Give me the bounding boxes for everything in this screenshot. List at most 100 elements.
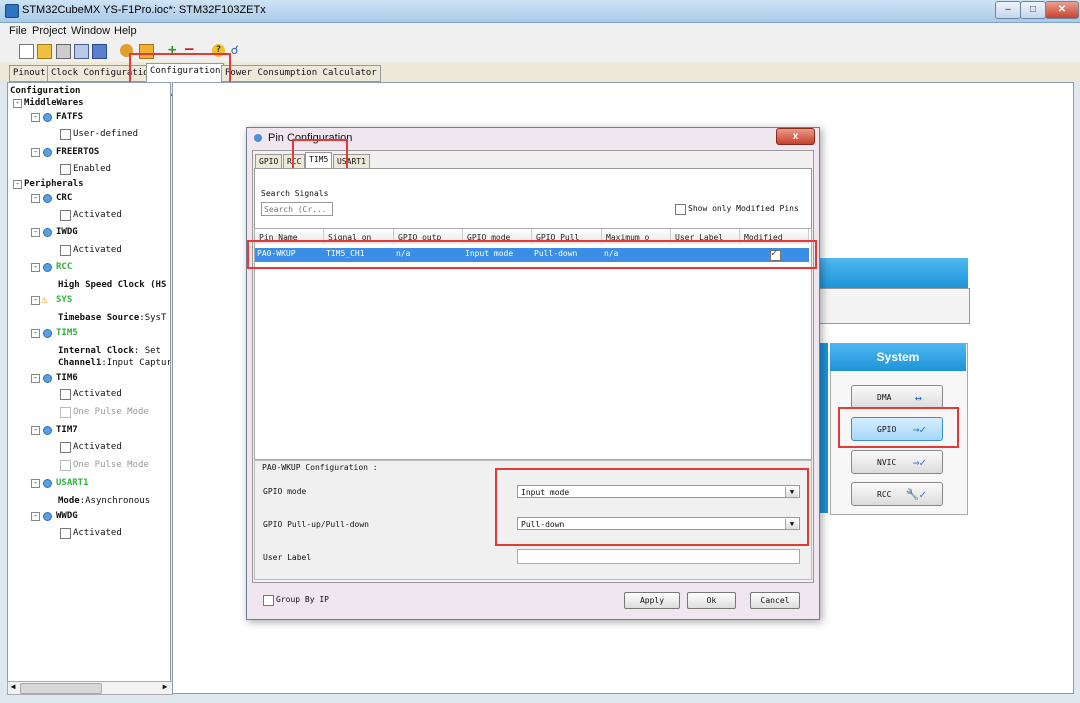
rcc-button[interactable]: RCC 🔧✓ — [851, 482, 943, 506]
collapse-icon[interactable]: - — [31, 512, 40, 521]
group-by-ip-checkbox[interactable] — [263, 595, 274, 606]
collapse-icon[interactable]: - — [31, 374, 40, 383]
collapse-icon[interactable]: - — [13, 180, 22, 189]
close-window-button[interactable]: ✕ — [1045, 1, 1079, 19]
node-icon — [43, 329, 52, 338]
tree-tim5[interactable]: TIM5 — [56, 328, 78, 338]
tim7-activated-label: Activated — [73, 442, 122, 452]
tree-sys[interactable]: SYS — [56, 295, 72, 305]
collapse-icon[interactable]: - — [13, 99, 22, 108]
tree-crc[interactable]: CRC — [56, 193, 72, 203]
tree-tim6[interactable]: TIM6 — [56, 373, 78, 383]
menu-file[interactable]: File — [9, 25, 27, 37]
system-panel-title: System — [830, 343, 966, 371]
cancel-button[interactable]: Cancel — [750, 592, 800, 609]
node-icon — [43, 228, 52, 237]
fatfs-checkbox[interactable] — [60, 129, 71, 140]
crc-option-label: Activated — [73, 210, 122, 220]
menu-window[interactable]: Window — [71, 25, 110, 37]
maximize-button[interactable]: □ — [1020, 1, 1046, 19]
wwdg-checkbox[interactable] — [60, 528, 71, 539]
show-modified-checkbox[interactable] — [675, 204, 686, 215]
node-icon — [43, 426, 52, 435]
tree-tim7[interactable]: TIM7 — [56, 425, 78, 435]
collapse-icon[interactable]: - — [31, 228, 40, 237]
save-icon[interactable] — [56, 44, 71, 59]
tab-power-consumption[interactable]: Power Consumption Calculator — [221, 65, 381, 82]
watermark-url: 21IC.com — [995, 677, 1051, 692]
scroll-thumb[interactable] — [20, 683, 102, 694]
highlight-config-fields — [495, 468, 809, 546]
collapse-icon[interactable]: - — [31, 329, 40, 338]
nvic-label: NVIC — [877, 458, 897, 467]
tree-rcc[interactable]: RCC — [56, 262, 72, 272]
node-icon — [43, 113, 52, 122]
open-folder-icon[interactable] — [37, 44, 52, 59]
watermark-logo: 21ic — [925, 655, 997, 699]
tree-wwdg[interactable]: WWDG — [56, 511, 78, 521]
save-as-icon[interactable] — [74, 44, 89, 59]
search-signals-input[interactable] — [261, 202, 333, 216]
wwdg-option-label: Activated — [73, 528, 122, 538]
sys-timebase-setting: Timebase Source:SysT — [58, 313, 166, 323]
ok-button[interactable]: Ok — [687, 592, 736, 609]
highlight-pin-row — [247, 240, 817, 269]
menu-project[interactable]: Project — [32, 25, 66, 37]
tim6-one-pulse-label: One Pulse Mode — [73, 407, 149, 417]
tree-freertos[interactable]: FREERTOS — [56, 147, 99, 157]
freertos-option-label: Enabled — [73, 164, 111, 174]
rcc-hse-setting: High Speed Clock (HS — [58, 280, 167, 290]
collapse-icon[interactable]: - — [31, 194, 40, 203]
highlight-gpio-button — [838, 407, 959, 448]
node-icon — [43, 263, 52, 272]
iwdg-checkbox[interactable] — [60, 245, 71, 256]
collapse-icon[interactable]: - — [31, 426, 40, 435]
usart1-mode-setting: Mode:Asynchronous — [58, 496, 150, 506]
search-icon[interactable]: ☌ — [231, 43, 238, 57]
collapse-icon[interactable]: - — [31, 479, 40, 488]
tim7-activated-checkbox[interactable] — [60, 442, 71, 453]
new-project-icon[interactable] — [19, 44, 34, 59]
tim7-one-pulse-label: One Pulse Mode — [73, 460, 149, 470]
dialog-icon — [254, 134, 262, 142]
user-label-input[interactable] — [517, 549, 800, 564]
tim6-one-pulse-checkbox[interactable] — [60, 407, 71, 418]
node-icon — [43, 479, 52, 488]
scroll-right-icon[interactable]: ▶ — [160, 682, 170, 694]
tim5-channel-setting: Channel1:Input Capture — [58, 358, 170, 368]
tree-fatfs[interactable]: FATFS — [56, 112, 83, 122]
collapse-icon[interactable]: - — [31, 296, 40, 305]
tim7-one-pulse-checkbox[interactable] — [60, 460, 71, 471]
collapse-icon[interactable]: - — [31, 148, 40, 157]
save-all-icon[interactable] — [92, 44, 107, 59]
tim5-ch-key: Channel1 — [58, 358, 102, 368]
dialog-close-button[interactable]: x — [776, 128, 815, 145]
scroll-left-icon[interactable]: ◀ — [8, 682, 18, 694]
minimize-button[interactable]: – — [995, 1, 1021, 19]
collapse-icon[interactable]: - — [31, 263, 40, 272]
gpio-mode-label: GPIO mode — [263, 487, 307, 496]
tree-iwdg[interactable]: IWDG — [56, 227, 78, 237]
app-icon — [5, 4, 19, 18]
tim5-ic-value: : Set — [133, 346, 161, 356]
tree-middlewares[interactable]: MiddleWares — [24, 98, 84, 108]
sys-timebase-value: :SysT — [139, 313, 167, 323]
user-label-label: User Label — [263, 553, 312, 562]
tim6-activated-checkbox[interactable] — [60, 389, 71, 400]
tim6-activated-label: Activated — [73, 389, 122, 399]
nvic-icon: ⇒✓ — [912, 456, 926, 469]
tree-horizontal-scrollbar[interactable]: ◀ ▶ — [7, 681, 173, 695]
apply-button[interactable]: Apply — [624, 592, 680, 609]
tree-peripherals[interactable]: Peripherals — [24, 179, 84, 189]
node-icon — [43, 512, 52, 521]
dma-button[interactable]: DMA ↔ — [851, 385, 943, 409]
freertos-checkbox[interactable] — [60, 164, 71, 175]
menu-help[interactable]: Help — [114, 25, 137, 37]
config-panel-title: PA0-WKUP Configuration : — [262, 463, 378, 472]
collapse-icon[interactable]: - — [31, 113, 40, 122]
tab-pinout[interactable]: Pinout — [9, 65, 50, 82]
tree-usart1[interactable]: USART1 — [56, 478, 89, 488]
node-icon — [43, 148, 52, 157]
crc-checkbox[interactable] — [60, 210, 71, 221]
nvic-button[interactable]: NVIC ⇒✓ — [851, 450, 943, 474]
